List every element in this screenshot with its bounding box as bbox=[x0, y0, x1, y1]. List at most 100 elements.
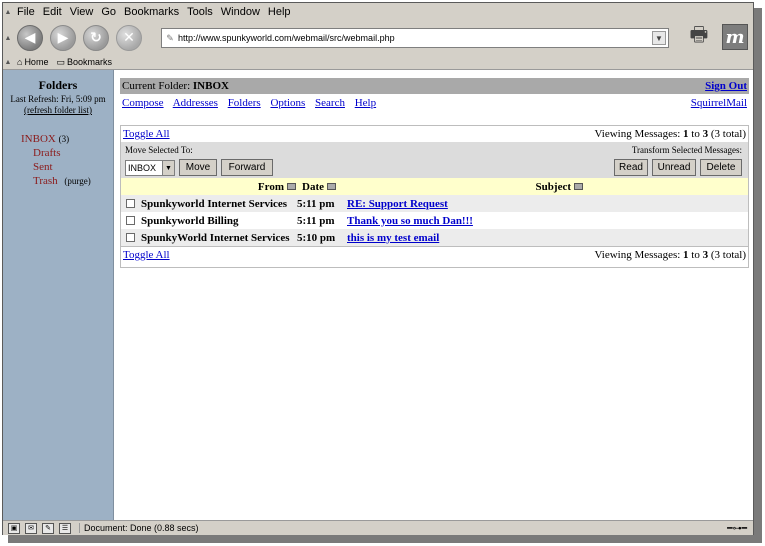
folders-link[interactable]: Folders bbox=[228, 97, 261, 109]
menu-window[interactable]: Window bbox=[217, 6, 264, 18]
folder-drafts[interactable]: Drafts bbox=[33, 147, 61, 159]
reload-button[interactable]: ↻ bbox=[83, 25, 109, 51]
sort-icon[interactable] bbox=[574, 183, 583, 190]
folder-trash[interactable]: Trash bbox=[33, 175, 58, 187]
reload-icon: ↻ bbox=[90, 30, 102, 46]
search-link[interactable]: Search bbox=[315, 97, 345, 109]
forward-nav-button[interactable]: ▶ bbox=[50, 25, 76, 51]
message-checkbox[interactable] bbox=[126, 233, 135, 242]
navigation-toolbar: ▲ ◀ ▶ ↻ ✕ ✎ http://www.spunkyworld.com/w… bbox=[3, 21, 753, 55]
move-selected-label: Move Selected To: bbox=[125, 145, 193, 155]
message-subject-link[interactable]: this is my test email bbox=[347, 232, 439, 244]
webmail-nav: Compose Addresses Folders Options Search… bbox=[120, 94, 749, 111]
print-icon[interactable]: 🖶 bbox=[685, 24, 713, 50]
message-checkbox[interactable] bbox=[126, 216, 135, 225]
delete-button[interactable]: Delete bbox=[700, 159, 742, 176]
message-list-bottom-bar: Toggle All Viewing Messages: 1 to 3 (3 t… bbox=[121, 246, 748, 262]
addresses-link[interactable]: Addresses bbox=[173, 97, 218, 109]
menu-view[interactable]: View bbox=[66, 6, 98, 18]
url-dropdown-icon[interactable]: ▼ bbox=[652, 31, 666, 45]
sign-out-link[interactable]: Sign Out bbox=[705, 80, 747, 92]
message-actions-bar: Move Selected To: Transform Selected Mes… bbox=[121, 142, 748, 178]
toolbar-grip-icon[interactable]: ▲ bbox=[3, 4, 13, 20]
url-bar[interactable]: ✎ http://www.spunkyworld.com/webmail/src… bbox=[161, 28, 669, 48]
unread-button[interactable]: Unread bbox=[652, 159, 696, 176]
message-from: Spunkyworld Internet Services bbox=[141, 197, 288, 210]
menu-edit[interactable]: Edit bbox=[39, 6, 66, 18]
toggle-all-link[interactable]: Toggle All bbox=[123, 128, 170, 140]
composer-icon[interactable]: ✎ bbox=[42, 522, 54, 534]
folder-inbox[interactable]: INBOX bbox=[21, 133, 56, 145]
home-icon: ⌂ bbox=[17, 57, 23, 67]
page-icon: ✎ bbox=[166, 32, 174, 43]
read-button[interactable]: Read bbox=[614, 159, 648, 176]
from-column-header[interactable]: From bbox=[121, 181, 296, 193]
message-table-header: From Date Subject bbox=[121, 178, 748, 195]
mail-icon[interactable]: ✉ bbox=[25, 522, 37, 534]
inbox-count: (3) bbox=[58, 134, 70, 144]
home-link[interactable]: ⌂ Home bbox=[17, 57, 48, 67]
page-content: Folders Last Refresh: Fri, 5:09 pm (refr… bbox=[3, 70, 753, 520]
move-folder-select[interactable]: INBOX ▼ bbox=[125, 160, 175, 176]
viewing-messages-text: Viewing Messages: 1 to 3 (3 total) bbox=[594, 128, 746, 140]
folder-sent[interactable]: Sent bbox=[33, 161, 53, 173]
last-refresh-text: Last Refresh: Fri, 5:09 pm bbox=[10, 94, 106, 104]
personal-toolbar: ▲ ⌂ Home ▭ Bookmarks bbox=[3, 55, 753, 70]
purge-link[interactable]: (purge) bbox=[64, 176, 90, 186]
current-folder-label: Current Folder: bbox=[122, 80, 191, 92]
current-folder-name: INBOX bbox=[192, 80, 229, 92]
table-row: Spunkyworld Internet Services 5:11 pm RE… bbox=[121, 195, 748, 212]
folder-icon: ▭ bbox=[56, 56, 65, 67]
refresh-folder-list-link[interactable]: (refresh folder list) bbox=[24, 105, 92, 115]
bookmarks-link[interactable]: ▭ Bookmarks bbox=[56, 57, 112, 68]
message-list: Toggle All Viewing Messages: 1 to 3 (3 t… bbox=[120, 125, 749, 268]
url-text[interactable]: http://www.spunkyworld.com/webmail/src/w… bbox=[178, 33, 652, 43]
menu-help[interactable]: Help bbox=[264, 6, 295, 18]
folder-list: INBOX (3) Drafts Sent Trash (purge) bbox=[21, 132, 113, 188]
transform-selected-label: Transform Selected Messages: bbox=[631, 145, 742, 155]
address-book-icon[interactable]: ☰ bbox=[59, 522, 71, 534]
message-date: 5:11 pm bbox=[297, 197, 335, 210]
folders-title: Folders bbox=[38, 78, 78, 92]
stop-icon: ✕ bbox=[123, 30, 135, 46]
sort-icon[interactable] bbox=[287, 183, 296, 190]
message-from: Spunkyworld Billing bbox=[141, 214, 239, 227]
toolbar-grip-icon[interactable]: ▲ bbox=[3, 30, 13, 46]
table-row: SpunkyWorld Internet Services 5:10 pm th… bbox=[121, 229, 748, 246]
menu-go[interactable]: Go bbox=[97, 6, 120, 18]
message-date: 5:11 pm bbox=[297, 214, 335, 227]
status-text: Document: Done (0.88 secs) bbox=[79, 523, 199, 533]
message-checkbox[interactable] bbox=[126, 199, 135, 208]
browser-logo-icon[interactable]: m bbox=[722, 24, 748, 50]
squirrelmail-link[interactable]: SquirrelMail bbox=[691, 97, 747, 109]
help-link[interactable]: Help bbox=[355, 97, 376, 109]
back-arrow-icon: ◀ bbox=[24, 30, 36, 46]
status-bar: ▣ ✉ ✎ ☰ Document: Done (0.88 secs) ━⊶━ bbox=[3, 520, 753, 535]
chevron-down-icon: ▼ bbox=[162, 161, 174, 175]
menu-tools[interactable]: Tools bbox=[183, 6, 217, 18]
connection-icon: ━⊶━ bbox=[727, 522, 747, 533]
forward-button[interactable]: Forward bbox=[221, 159, 273, 176]
message-subject-link[interactable]: Thank you so much Dan!!! bbox=[347, 215, 473, 227]
toggle-all-link[interactable]: Toggle All bbox=[123, 249, 170, 261]
viewing-messages-text: Viewing Messages: 1 to 3 (3 total) bbox=[594, 248, 746, 261]
message-subject-link[interactable]: RE: Support Request bbox=[347, 198, 448, 210]
menu-file[interactable]: File bbox=[13, 6, 39, 18]
folder-sidebar: Folders Last Refresh: Fri, 5:09 pm (refr… bbox=[3, 70, 114, 520]
message-list-panel: Current Folder: INBOX Sign Out Compose A… bbox=[120, 78, 749, 268]
compose-link[interactable]: Compose bbox=[122, 97, 164, 109]
browser-window: ▲ File Edit View Go Bookmarks Tools Wind… bbox=[2, 2, 754, 535]
toolbar-grip-icon[interactable]: ▲ bbox=[3, 54, 13, 70]
navigator-icon[interactable]: ▣ bbox=[8, 522, 20, 534]
move-button[interactable]: Move bbox=[179, 159, 217, 176]
menu-bookmarks[interactable]: Bookmarks bbox=[120, 6, 183, 18]
stop-button[interactable]: ✕ bbox=[116, 25, 142, 51]
back-button[interactable]: ◀ bbox=[17, 25, 43, 51]
message-date: 5:10 pm bbox=[297, 231, 336, 244]
subject-column-header[interactable]: Subject bbox=[336, 181, 583, 193]
table-row: Spunkyworld Billing 5:11 pm Thank you so… bbox=[121, 212, 748, 229]
sort-icon[interactable] bbox=[327, 183, 336, 190]
date-column-header[interactable]: Date bbox=[296, 181, 336, 193]
message-list-top-bar: Toggle All Viewing Messages: 1 to 3 (3 t… bbox=[121, 126, 748, 142]
options-link[interactable]: Options bbox=[270, 97, 305, 109]
